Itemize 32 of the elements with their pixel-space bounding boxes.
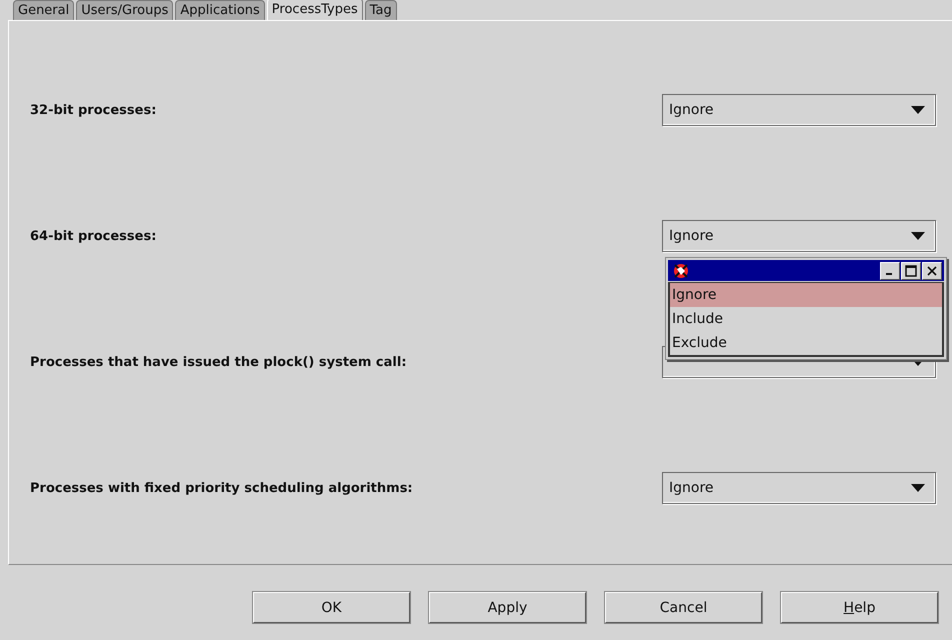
minimize-icon [886,273,892,275]
option-label: Processes that have issued the plock() system call: [30,354,407,370]
list-option[interactable]: Ignore [670,283,942,307]
tab[interactable]: ProcessTypes [266,0,363,20]
dropdown[interactable]: Ignore [662,472,936,504]
close-icon [927,266,937,276]
caret-icon [911,484,925,492]
caret-icon [911,106,925,114]
dialog-button[interactable]: OK [253,592,410,623]
option-label: 32-bit processes: [30,102,156,118]
tab[interactable]: Users/Groups [76,0,174,20]
dropdown[interactable]: Ignore [662,220,936,252]
caret-icon [911,232,925,240]
dialog-button[interactable]: Apply [429,592,586,623]
close-button[interactable] [922,262,942,280]
tab[interactable]: Tag [364,0,397,20]
dropdown[interactable]: Ignore [662,94,936,126]
maximize-icon [905,264,917,276]
tab[interactable]: Applications [175,0,265,20]
minimize-button[interactable] [880,262,900,280]
dropdown-value: Ignore [669,480,714,496]
list-option[interactable]: Exclude [670,331,942,355]
dropdown-value: Ignore [669,228,714,244]
dialog-button[interactable]: Help [781,592,938,623]
list-option[interactable]: Include [670,307,942,331]
tab[interactable]: General [13,0,74,20]
option-label: Processes with fixed priority scheduling algorithms: [30,480,413,496]
app-icon [672,262,690,280]
maximize-button[interactable] [901,262,921,280]
dropdown-value: Ignore [669,102,714,118]
option-label: 64-bit processes: [30,228,156,244]
dialog-button[interactable]: Cancel [605,592,762,623]
